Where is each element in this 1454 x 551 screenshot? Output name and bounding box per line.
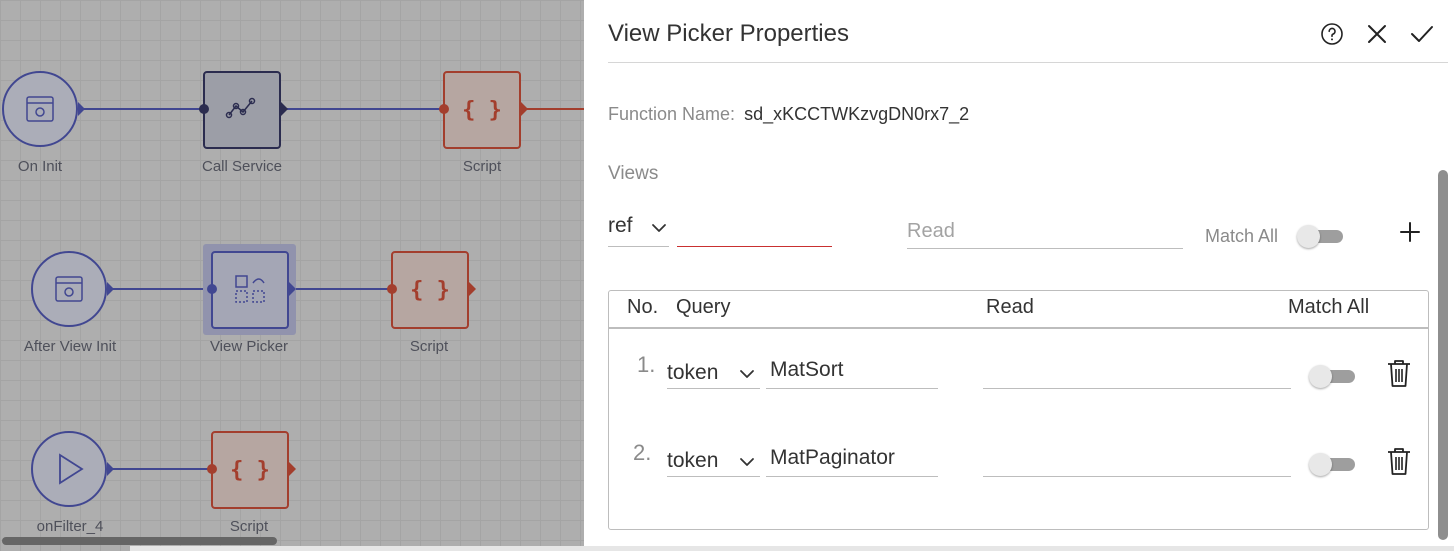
chevron-down-icon [740, 370, 754, 378]
toggle-thumb [1297, 225, 1320, 248]
views-table: No. Query Read Match All 1. token MatSor… [608, 290, 1429, 530]
view-query-input[interactable] [677, 210, 832, 247]
match-all-toggle[interactable] [1297, 225, 1347, 248]
toggle-thumb [1309, 453, 1332, 476]
modal-backdrop[interactable] [0, 0, 584, 551]
column-header-read: Read [986, 296, 1034, 318]
view-type-value: ref [608, 214, 633, 237]
panel-vertical-scrollbar[interactable] [1438, 170, 1448, 540]
function-name-row: Function Name: sd_xKCCTWKzvgDN0rx7_2 [608, 104, 969, 125]
column-header-no: No. [627, 296, 659, 318]
help-button[interactable] [1318, 20, 1346, 48]
check-icon [1411, 26, 1433, 42]
confirm-button[interactable] [1408, 20, 1436, 48]
chevron-down-icon [652, 224, 666, 232]
add-view-button[interactable] [1399, 221, 1423, 245]
toggle-thumb [1309, 365, 1332, 388]
header-divider [609, 327, 1428, 329]
row-type-select[interactable]: token [667, 351, 760, 389]
row-query-input[interactable]: MatSort [766, 351, 938, 389]
row-query-value: MatPaginator [770, 446, 895, 469]
chevron-down-icon [740, 458, 754, 466]
panel-title: View Picker Properties [608, 20, 849, 47]
view-read-input[interactable]: Read [907, 212, 1183, 249]
bottom-scroll-track [130, 546, 1454, 551]
match-all-label: Match All [1205, 226, 1279, 246]
trash-icon[interactable] [1385, 357, 1413, 389]
help-icon [1321, 23, 1343, 45]
view-type-select[interactable]: ref [608, 210, 669, 247]
row-number: 1. [637, 352, 656, 377]
row-match-all-toggle[interactable] [1309, 453, 1359, 476]
row-match-all-toggle[interactable] [1309, 365, 1359, 388]
row-number: 2. [633, 440, 652, 465]
row-query-value: MatSort [770, 358, 844, 381]
properties-panel: View Picker Properties Function Name: sd… [584, 0, 1454, 551]
row-query-input[interactable]: MatPaginator [766, 439, 938, 477]
row-type-value: token [667, 449, 719, 472]
function-name-label: Function Name: [608, 104, 736, 124]
plus-icon [1400, 222, 1420, 242]
trash-icon[interactable] [1385, 445, 1413, 477]
close-button[interactable] [1363, 20, 1391, 48]
function-name-value: sd_xKCCTWKzvgDN0rx7_2 [744, 104, 970, 124]
title-divider [608, 62, 1448, 63]
close-icon [1368, 25, 1386, 43]
row-type-value: token [667, 361, 719, 384]
views-label: Views [608, 163, 659, 184]
read-placeholder: Read [907, 220, 955, 242]
row-read-input[interactable] [983, 439, 1291, 477]
row-read-input[interactable] [983, 351, 1291, 389]
column-header-query: Query [676, 296, 731, 318]
column-header-match-all: Match All [1288, 296, 1370, 318]
row-type-select[interactable]: token [667, 439, 760, 477]
